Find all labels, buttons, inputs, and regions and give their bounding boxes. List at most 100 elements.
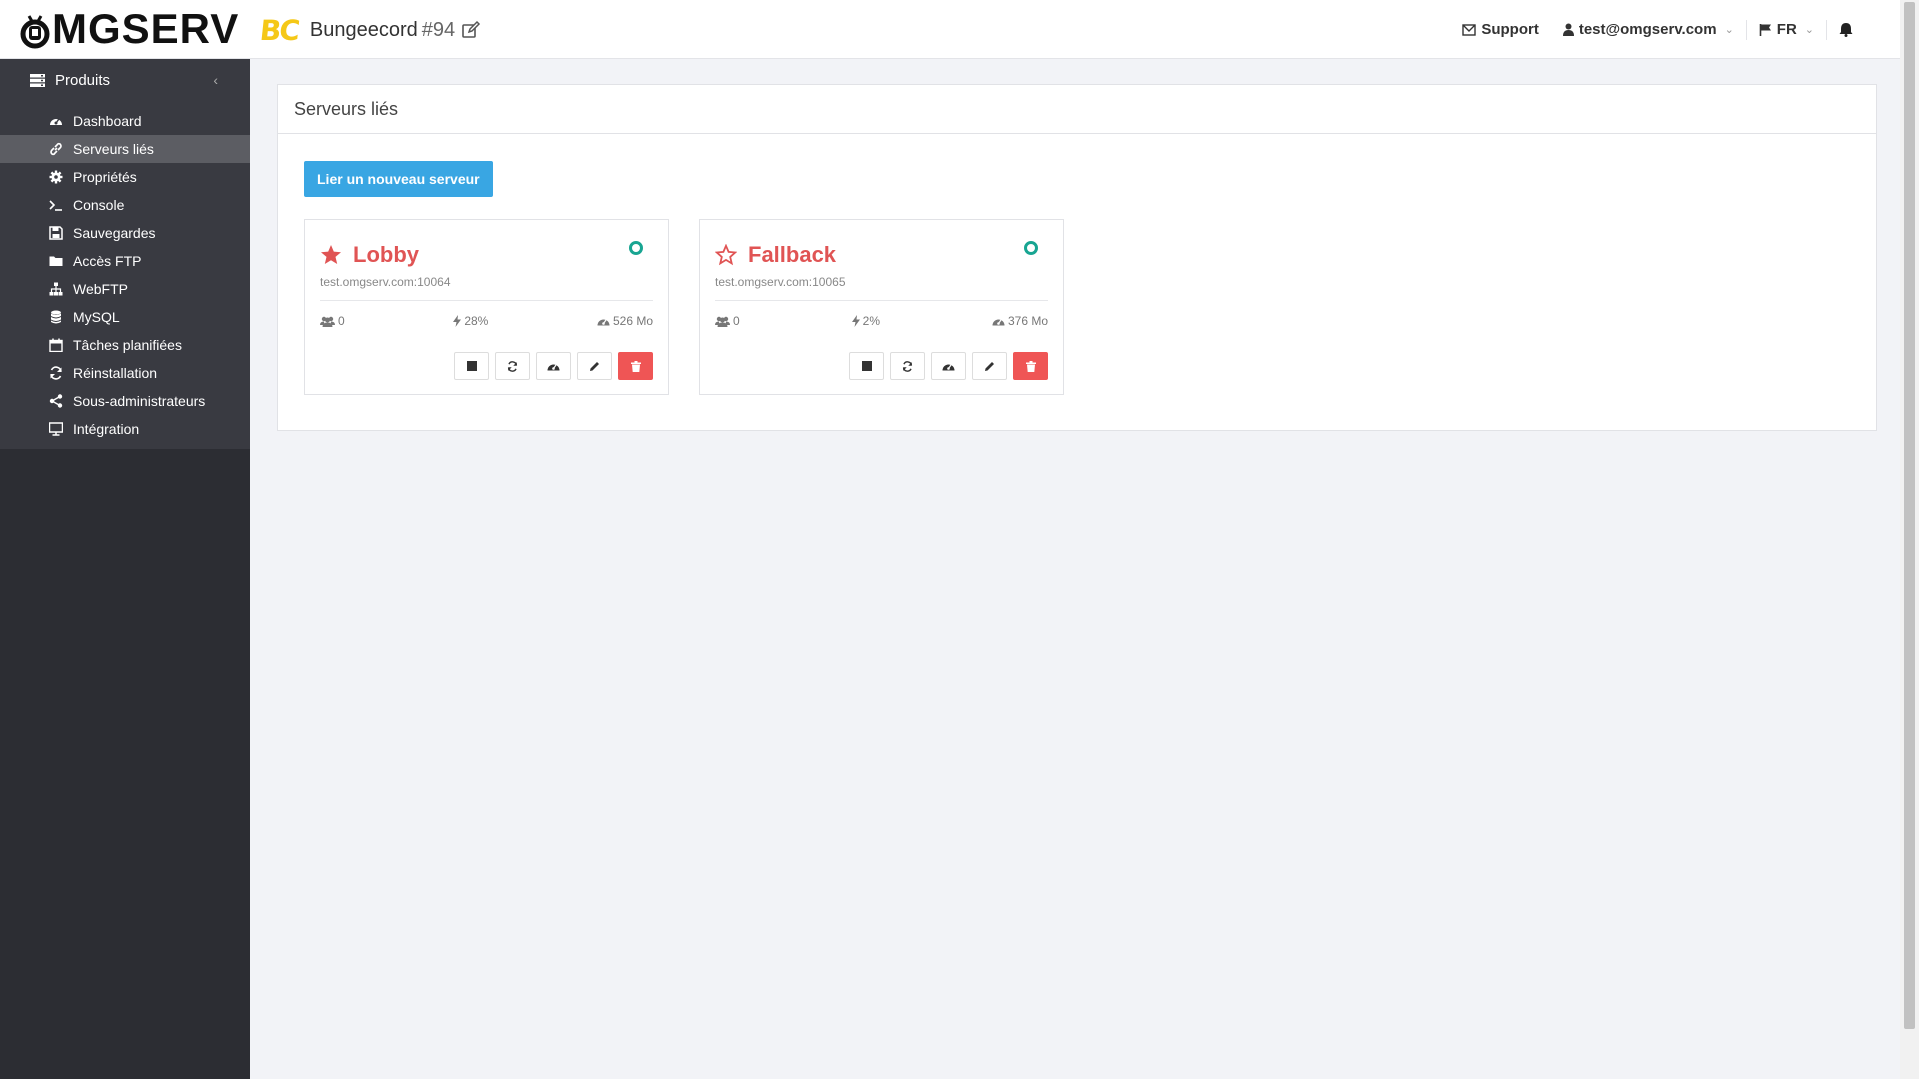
edit-button[interactable]: [972, 352, 1007, 380]
star-outline-icon[interactable]: [715, 244, 737, 266]
support-link[interactable]: Support: [1450, 0, 1551, 59]
star-filled-icon[interactable]: [320, 244, 342, 266]
chevron-down-icon: ⌄: [1804, 24, 1814, 36]
sidebar-item-webftp[interactable]: WebFTP: [0, 275, 250, 303]
edit-button[interactable]: [577, 352, 612, 380]
user-email: test@omgserv.com: [1578, 21, 1717, 38]
folder-icon: [49, 256, 63, 266]
sidebar: Produits ‹ Dashboard Serveurs liés Propr…: [0, 59, 250, 1079]
stop-button[interactable]: [849, 352, 884, 380]
gear-icon: [49, 170, 63, 184]
sidebar-item-reinstallation[interactable]: Réinstallation: [0, 359, 250, 387]
sidebar-item-sous-administrateurs[interactable]: Sous-administrateurs: [0, 387, 250, 415]
terminal-icon: [49, 200, 62, 211]
sidebar-item-label: Sauvegardes: [73, 225, 156, 241]
ram-stat: 376 Mo: [992, 314, 1048, 328]
server-name: Fallback: [748, 242, 837, 267]
support-label: Support: [1481, 21, 1539, 38]
gauge-icon: [597, 319, 610, 326]
gauge-icon: [942, 364, 955, 371]
product-title: BC Bungeecord #94: [258, 10, 481, 50]
sidebar-item-label: MySQL: [73, 309, 120, 325]
sidebar-item-dashboard[interactable]: Dashboard: [0, 107, 250, 135]
calendar-icon: [49, 338, 63, 352]
sidebar-menu: Dashboard Serveurs liés Propriétés Conso…: [0, 101, 250, 449]
sidebar-section-header[interactable]: Produits ‹: [0, 59, 250, 101]
server-card-fallback: Fallback test.omgserv.com:10065 0 2% 376…: [699, 219, 1064, 395]
sidebar-item-label: Accès FTP: [73, 253, 142, 269]
stop-icon: [466, 361, 477, 371]
players-stat: 0: [715, 314, 740, 328]
pencil-icon: [590, 361, 599, 371]
chevron-left-icon[interactable]: ‹: [213, 72, 218, 88]
sidebar-item-proprietes[interactable]: Propriétés: [0, 163, 250, 191]
trash-icon: [1025, 360, 1036, 372]
server-title-row: Fallback: [715, 242, 836, 268]
pencil-icon: [985, 361, 994, 371]
user-menu[interactable]: test@omgserv.com ⌄: [1551, 0, 1746, 59]
sidebar-item-serveurs-lies[interactable]: Serveurs liés: [0, 135, 250, 163]
database-icon: [51, 310, 61, 324]
divider: [715, 300, 1048, 301]
stop-button[interactable]: [454, 352, 489, 380]
bungeecord-badge: BC: [258, 13, 300, 47]
language-menu[interactable]: FR ⌄: [1747, 0, 1826, 59]
stats-button[interactable]: [931, 352, 966, 380]
sidebar-item-acces-ftp[interactable]: Accès FTP: [0, 247, 250, 275]
server-actions: [849, 352, 1048, 380]
logo-o-mark-icon: [20, 12, 50, 49]
product-name: Bungeecord: [309, 18, 418, 41]
sidebar-item-console[interactable]: Console: [0, 191, 250, 219]
share-icon: [49, 394, 63, 408]
refresh-icon: [50, 366, 62, 380]
server-address: test.omgserv.com:10065: [715, 275, 846, 289]
sitemap-icon: [49, 282, 63, 296]
divider: [320, 300, 653, 301]
ram-stat: 526 Mo: [597, 314, 653, 328]
refresh-icon: [507, 360, 518, 372]
sidebar-item-label: Serveurs liés: [73, 141, 154, 157]
users-icon: [320, 316, 335, 327]
server-title-row: Lobby: [320, 242, 419, 268]
linked-servers-panel: Serveurs liés Lier un nouveau serveur Lo…: [277, 84, 1877, 431]
envelope-icon: [1462, 23, 1477, 36]
stats-button[interactable]: [536, 352, 571, 380]
ram-usage: 526 Mo: [612, 314, 653, 328]
top-bar: MGSERV BC Bungeecord #94 Support test@om…: [0, 0, 1900, 59]
sidebar-item-label: Réinstallation: [73, 365, 158, 381]
server-list-icon: [30, 73, 45, 87]
page-scrollbar[interactable]: [1900, 0, 1919, 1079]
scrollbar-thumb[interactable]: [1904, 2, 1915, 1029]
status-indicator: [1024, 241, 1038, 255]
gauge-icon: [992, 319, 1005, 326]
sidebar-item-label: Intégration: [73, 421, 140, 437]
server-name: Lobby: [353, 242, 419, 267]
sidebar-item-label: WebFTP: [73, 281, 128, 297]
omgserv-logo[interactable]: MGSERV: [20, 5, 239, 52]
sidebar-item-taches-planifiees[interactable]: Tâches planifiées: [0, 331, 250, 359]
restart-button[interactable]: [495, 352, 530, 380]
sidebar-item-integration[interactable]: Intégration: [0, 415, 250, 443]
restart-button[interactable]: [890, 352, 925, 380]
delete-button[interactable]: [1013, 352, 1048, 380]
top-right-nav: Support test@omgserv.com ⌄ FR ⌄: [1450, 0, 1870, 59]
sidebar-item-label: Propriétés: [73, 169, 137, 185]
users-icon: [715, 316, 730, 327]
sidebar-item-sauvegardes[interactable]: Sauvegardes: [0, 219, 250, 247]
bell-icon: [1839, 23, 1853, 37]
players-count: 0: [338, 314, 345, 328]
delete-button[interactable]: [618, 352, 653, 380]
gauge-icon: [547, 364, 560, 371]
players-count: 0: [733, 314, 740, 328]
edit-icon[interactable]: [461, 20, 481, 40]
panel-title: Serveurs liés: [278, 85, 1876, 134]
sidebar-item-mysql[interactable]: MySQL: [0, 303, 250, 331]
server-stats: 0 28% 526 Mo: [320, 314, 653, 328]
sidebar-item-label: Tâches planifiées: [73, 337, 182, 353]
cpu-usage: 28%: [464, 314, 489, 328]
server-stats: 0 2% 376 Mo: [715, 314, 1048, 328]
notifications-button[interactable]: [1827, 0, 1870, 59]
product-id: #94: [421, 18, 456, 41]
link-new-server-button[interactable]: Lier un nouveau serveur: [304, 161, 493, 197]
bolt-icon: [851, 315, 860, 327]
